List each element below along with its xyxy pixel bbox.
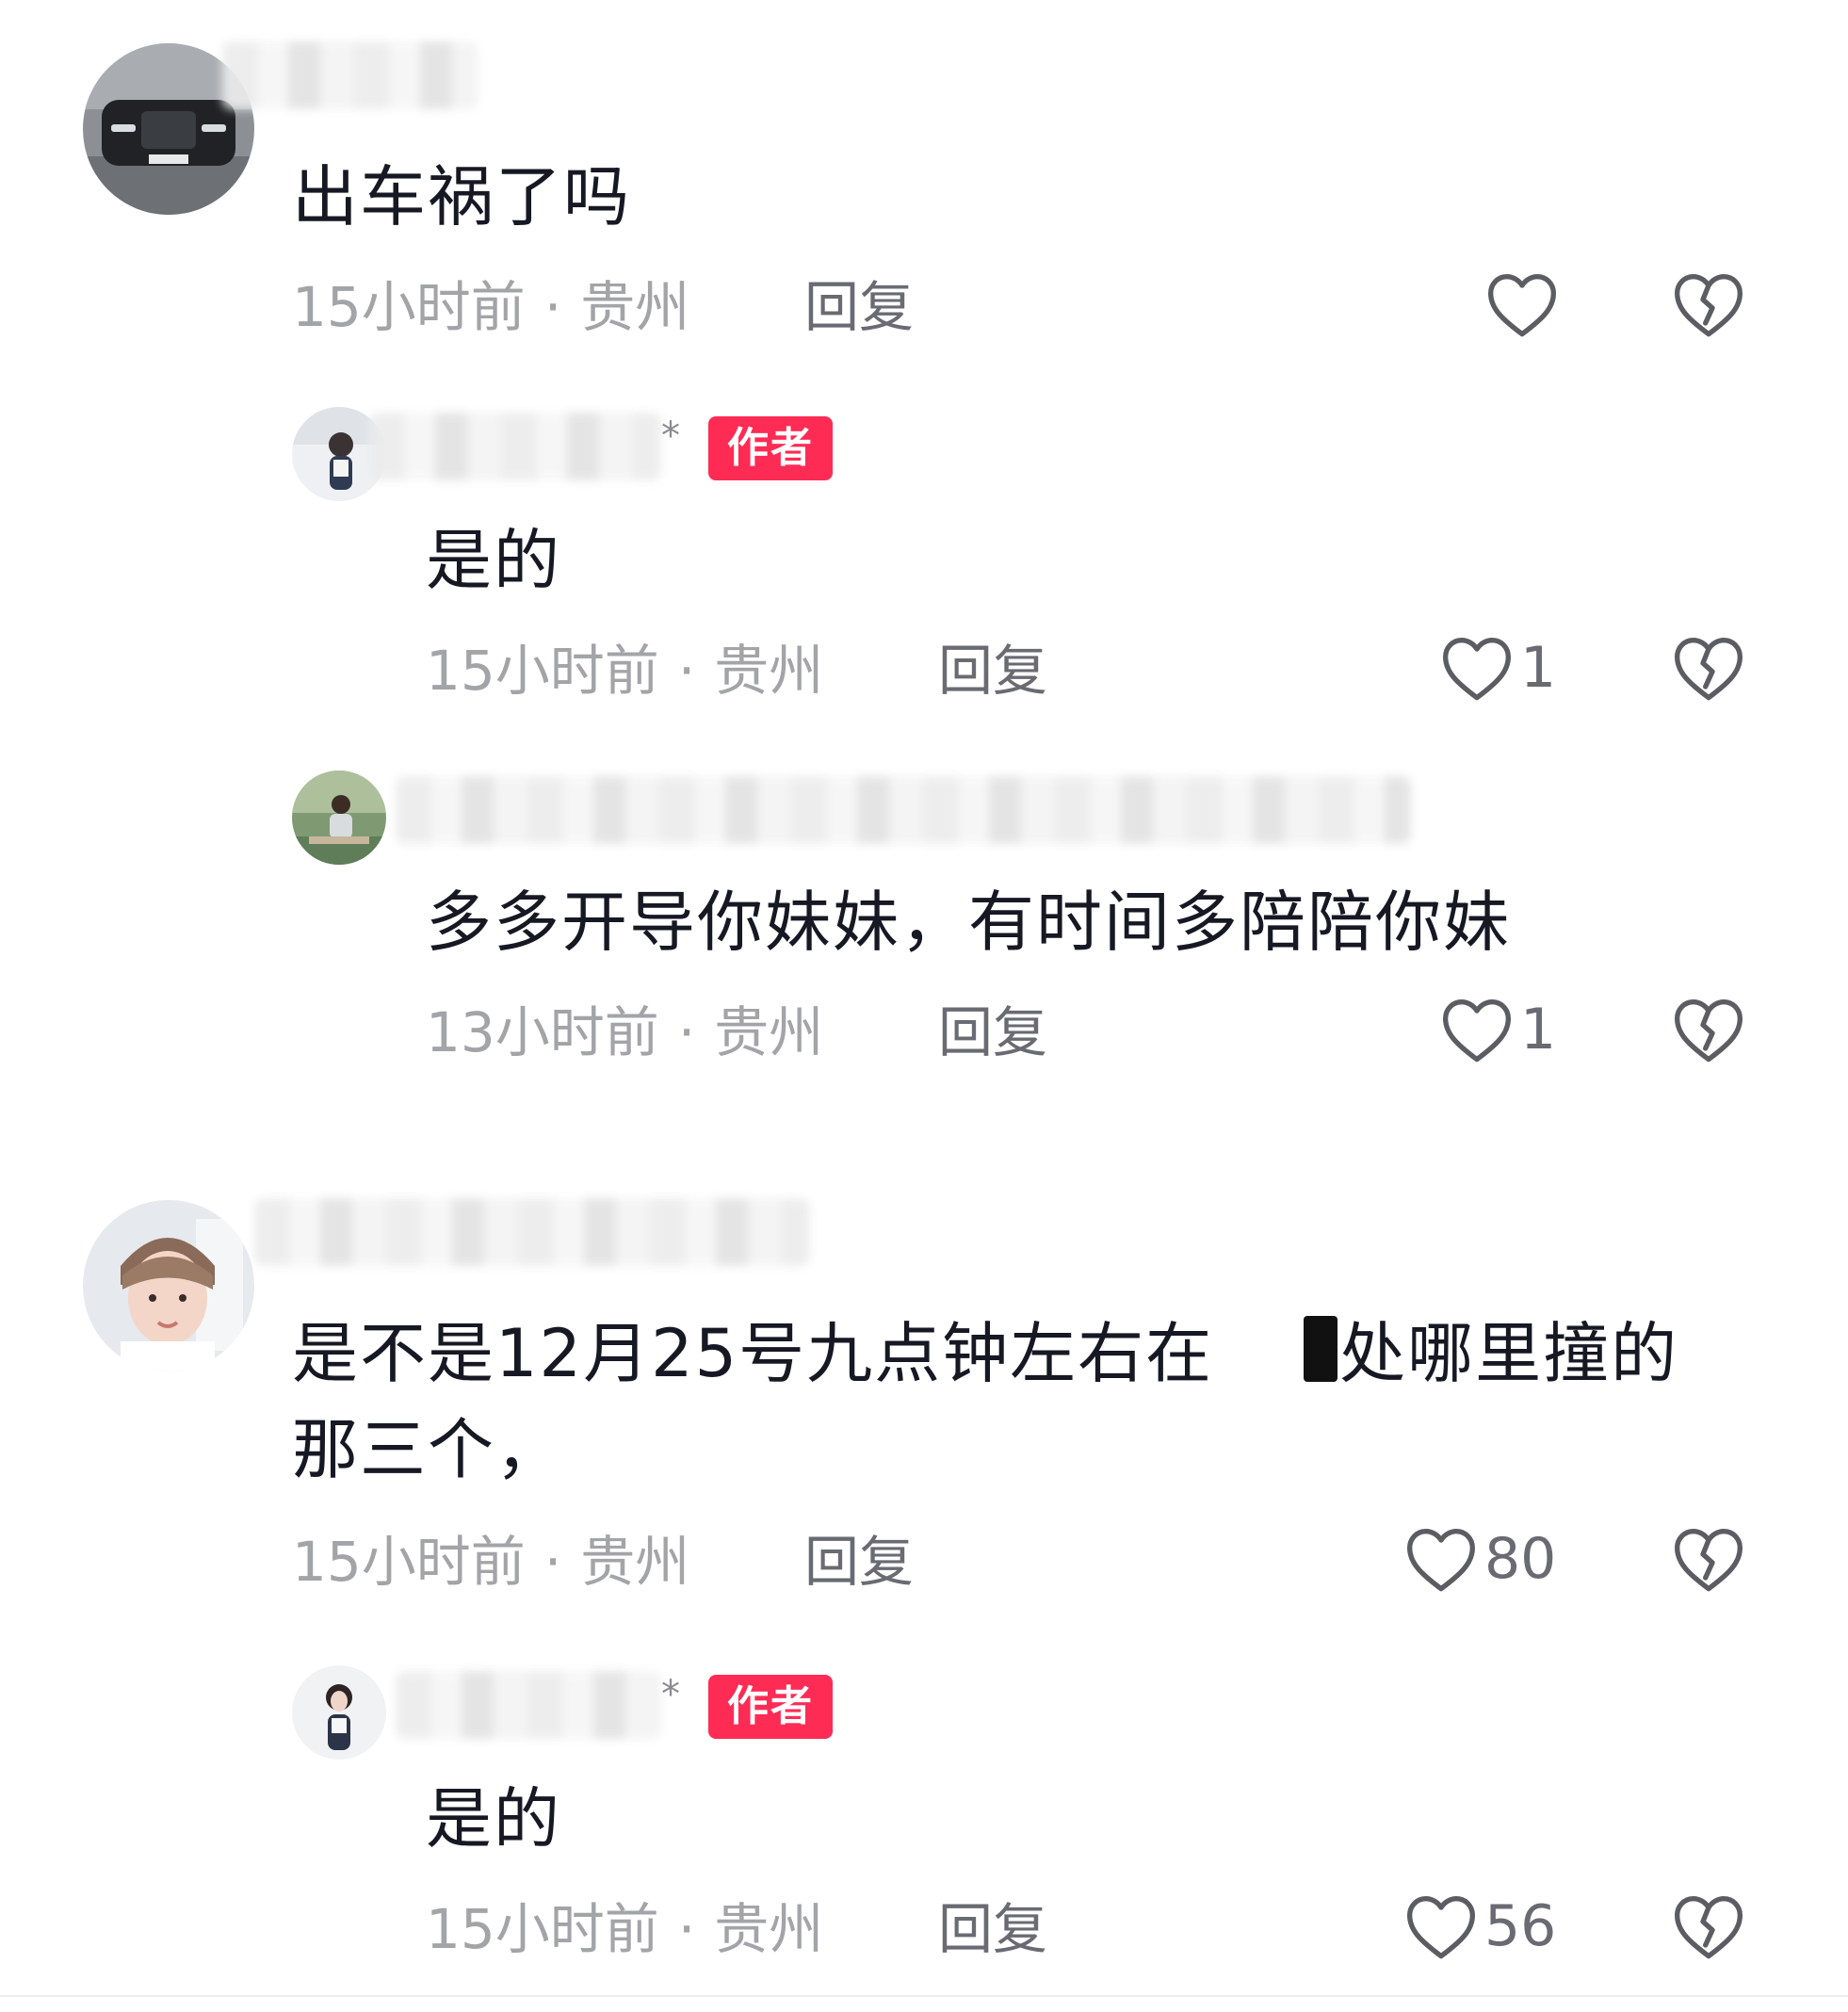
comment-text-part1: 是不是12月25号九点钟左右在	[292, 1315, 1214, 1392]
meta-separator: ·	[543, 1530, 562, 1594]
like-button[interactable]: 1	[1439, 625, 1556, 710]
username-suffix: *	[661, 414, 680, 458]
meta-separator: ·	[677, 1897, 696, 1961]
comment-time: 15小时前	[426, 1897, 659, 1961]
comment-time: 15小时前	[292, 1530, 526, 1594]
comment-location: 贵州	[580, 275, 690, 339]
divider	[0, 1995, 1848, 1997]
like-count: 80	[1484, 1526, 1557, 1592]
comment-text: 是不是12月25号九点钟左右在 处哪里撞的 那三个，	[292, 1306, 1761, 1498]
heart-outline-icon	[1488, 273, 1556, 337]
broken-heart-icon	[1675, 273, 1743, 337]
comment-meta: 15小时前 · 贵州	[292, 269, 689, 345]
dislike-button[interactable]	[1671, 625, 1746, 710]
broken-heart-icon	[1675, 998, 1743, 1063]
like-count: 56	[1484, 1893, 1557, 1959]
broken-heart-icon	[1675, 1528, 1743, 1592]
username-redacted[interactable]	[254, 1198, 810, 1266]
dislike-button[interactable]	[1671, 262, 1746, 347]
like-count: 1	[1520, 635, 1557, 701]
username-redacted[interactable]	[396, 776, 1411, 844]
like-count: 1	[1520, 997, 1557, 1063]
reply-button[interactable]: 回复	[804, 1524, 914, 1599]
comment-text: 出车祸了吗	[292, 158, 631, 235]
heart-outline-icon	[1443, 998, 1511, 1063]
username-redacted[interactable]	[396, 1671, 661, 1739]
comment-location: 贵州	[714, 1000, 824, 1064]
comment-time: 15小时前	[292, 275, 526, 339]
comment-text: 多多开导你妹妹，有时间多陪陪你妹	[426, 884, 1511, 961]
reply-button[interactable]: 回复	[938, 1891, 1047, 1967]
comment-text: 是的	[426, 522, 561, 599]
heart-outline-icon	[1407, 1895, 1475, 1959]
broken-heart-icon	[1675, 638, 1743, 701]
comment-time: 15小时前	[426, 639, 659, 703]
avatar[interactable]	[292, 1665, 386, 1760]
comment-text-line2: 那三个，	[292, 1411, 563, 1488]
meta-separator: ·	[677, 1000, 696, 1064]
username-redacted[interactable]	[369, 413, 661, 480]
dislike-button[interactable]	[1671, 1517, 1746, 1601]
author-badge: 作者	[708, 1675, 833, 1739]
comment-location: 贵州	[714, 1897, 824, 1961]
like-button[interactable]	[1484, 262, 1565, 347]
comment-meta: 15小时前 · 贵州	[426, 633, 823, 708]
like-button[interactable]: 1	[1439, 987, 1556, 1072]
comment-time: 13小时前	[426, 1000, 659, 1064]
reply-button[interactable]: 回复	[804, 269, 914, 345]
dislike-button[interactable]	[1671, 987, 1746, 1072]
comment-location: 贵州	[714, 639, 824, 703]
meta-separator: ·	[677, 639, 696, 703]
heart-outline-icon	[1407, 1528, 1475, 1592]
comment-text: 是的	[426, 1780, 561, 1858]
comment-meta: 15小时前 · 贵州	[292, 1524, 689, 1599]
heart-outline-icon	[1443, 638, 1511, 701]
author-badge: 作者	[708, 416, 833, 480]
reply-button[interactable]: 回复	[938, 633, 1047, 708]
meta-separator: ·	[543, 275, 562, 339]
comment-text-part2: 处哪里撞的	[1339, 1315, 1679, 1392]
comment-meta: 15小时前 · 贵州	[426, 1891, 823, 1967]
like-button[interactable]: 56	[1403, 1884, 1556, 1969]
username-redacted[interactable]	[222, 41, 478, 109]
redacted-white-region	[1213, 1310, 1304, 1376]
comment-meta: 13小时前 · 贵州	[426, 995, 823, 1070]
dislike-button[interactable]	[1671, 1884, 1746, 1969]
broken-heart-icon	[1675, 1895, 1743, 1959]
comment-location: 贵州	[580, 1530, 690, 1594]
reply-button[interactable]: 回复	[938, 995, 1047, 1070]
username-suffix: *	[661, 1673, 680, 1716]
avatar[interactable]	[83, 1200, 254, 1371]
like-button[interactable]: 80	[1403, 1517, 1556, 1601]
avatar[interactable]	[292, 771, 386, 865]
redacted-black-region	[1304, 1316, 1338, 1382]
